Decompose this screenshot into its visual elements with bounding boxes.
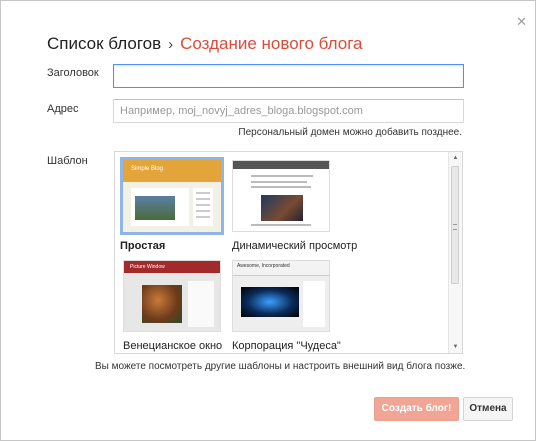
- template-thumbnail: Awesome, Incorporated: [232, 260, 330, 332]
- template-name: Простая: [120, 240, 166, 252]
- title-label: Заголовок: [47, 67, 99, 79]
- create-blog-button[interactable]: Создать блог!: [374, 397, 459, 421]
- template-name: Корпорация "Чудеса": [232, 340, 341, 352]
- thumbnail-title: Awesome, Incorporated: [237, 263, 290, 269]
- blog-address-input[interactable]: [113, 99, 464, 123]
- address-hint: Персональный домен можно добавить поздне…: [238, 127, 462, 138]
- page-title: Создание нового блога: [180, 34, 363, 53]
- template-thumbnail: Simple Blog: [120, 157, 224, 235]
- template-picker: Simple Blog Простая Динамический просмот…: [114, 151, 463, 354]
- close-icon[interactable]: ✕: [516, 15, 527, 28]
- scroll-down-icon[interactable]: ▼: [449, 341, 462, 353]
- thumbnail-title: Simple Blog: [131, 166, 164, 172]
- template-scrollbar[interactable]: ▲ ▼: [448, 152, 462, 353]
- address-label: Адрес: [47, 103, 79, 115]
- template-option-awesome-inc[interactable]: Awesome, Incorporated Корпорация "Чудеса…: [232, 260, 341, 352]
- template-thumbnail: [232, 160, 330, 232]
- create-blog-dialog: ✕ Список блогов › Создание нового блога За…: [0, 0, 536, 441]
- cancel-button[interactable]: Отмена: [463, 397, 513, 421]
- template-option-simple[interactable]: Simple Blog Простая: [120, 157, 224, 252]
- breadcrumb-separator: ›: [168, 36, 174, 53]
- scroll-up-icon[interactable]: ▲: [449, 152, 462, 164]
- blog-title-input[interactable]: [113, 64, 464, 88]
- template-thumbnail: Picture Window: [123, 260, 221, 332]
- breadcrumb-blog-list-link[interactable]: Список блогов: [47, 34, 161, 53]
- template-option-picture-window[interactable]: Picture Window Венецианское окно: [123, 260, 227, 352]
- breadcrumb: Список блогов › Создание нового блога: [47, 34, 363, 54]
- template-name: Венецианское окно: [123, 340, 223, 352]
- template-name: Динамический просмотр: [232, 240, 358, 252]
- thumbnail-title: Picture Window: [130, 264, 165, 270]
- template-label: Шаблон: [47, 155, 88, 167]
- template-option-dynamic[interactable]: Динамический просмотр: [232, 160, 358, 252]
- scroll-thumb[interactable]: [451, 166, 459, 284]
- templates-footer-note: Вы можете посмотреть другие шаблоны и на…: [95, 361, 466, 372]
